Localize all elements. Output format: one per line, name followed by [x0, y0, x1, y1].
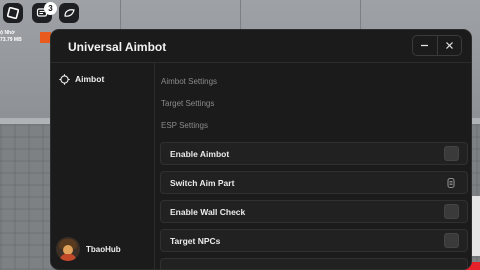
- tab-aimbot[interactable]: Aimbot: [59, 72, 104, 86]
- roblox-logo-icon: [7, 7, 19, 19]
- option-enable-aimbot[interactable]: Enable Aimbot: [160, 142, 468, 165]
- minimize-button[interactable]: [413, 36, 437, 55]
- option-row-partial[interactable]: [160, 258, 468, 269]
- window-controls: [412, 35, 462, 56]
- stat-label: ộ Nhớ: [0, 30, 15, 36]
- user-name: TbaoHub: [86, 244, 121, 254]
- section-aimbot-settings: Aimbot Settings: [161, 77, 218, 86]
- option-switch-aim-part[interactable]: Switch Aim Part: [160, 171, 468, 194]
- section-esp-settings: ESP Settings: [161, 121, 208, 130]
- roblox-menu-button[interactable]: [3, 3, 23, 23]
- user-profile: TbaoHub: [56, 237, 121, 261]
- option-enable-wall-check[interactable]: Enable Wall Check: [160, 200, 468, 223]
- minus-icon: [421, 44, 429, 47]
- emote-button[interactable]: [59, 3, 79, 23]
- tab-label: Aimbot: [75, 74, 105, 84]
- sidebar-divider: [154, 63, 155, 269]
- option-label: Enable Aimbot: [170, 149, 230, 159]
- option-label: Switch Aim Part: [170, 178, 235, 188]
- stat-value: 73.79 MB: [0, 37, 22, 43]
- close-icon: [445, 42, 453, 49]
- chat-badge: 3: [44, 2, 57, 15]
- aimbot-window: Universal Aimbot Aimbot TbaoHub Aimbot S…: [50, 29, 472, 270]
- cycle-icon[interactable]: [445, 177, 457, 189]
- avatar: [56, 237, 80, 261]
- close-button[interactable]: [436, 36, 462, 55]
- header-divider: [51, 62, 471, 63]
- section-target-settings: Target Settings: [161, 99, 215, 108]
- option-target-npcs[interactable]: Target NPCs: [160, 229, 468, 252]
- target-npcs-checkbox[interactable]: [444, 233, 459, 248]
- crosshair-icon: [59, 73, 70, 85]
- window-title: Universal Aimbot: [68, 40, 167, 54]
- option-label: Target NPCs: [170, 236, 221, 246]
- enable-wall-check-checkbox[interactable]: [444, 204, 459, 219]
- enable-aimbot-checkbox[interactable]: [444, 146, 459, 161]
- option-label: Enable Wall Check: [170, 207, 246, 217]
- emote-icon: [63, 9, 75, 17]
